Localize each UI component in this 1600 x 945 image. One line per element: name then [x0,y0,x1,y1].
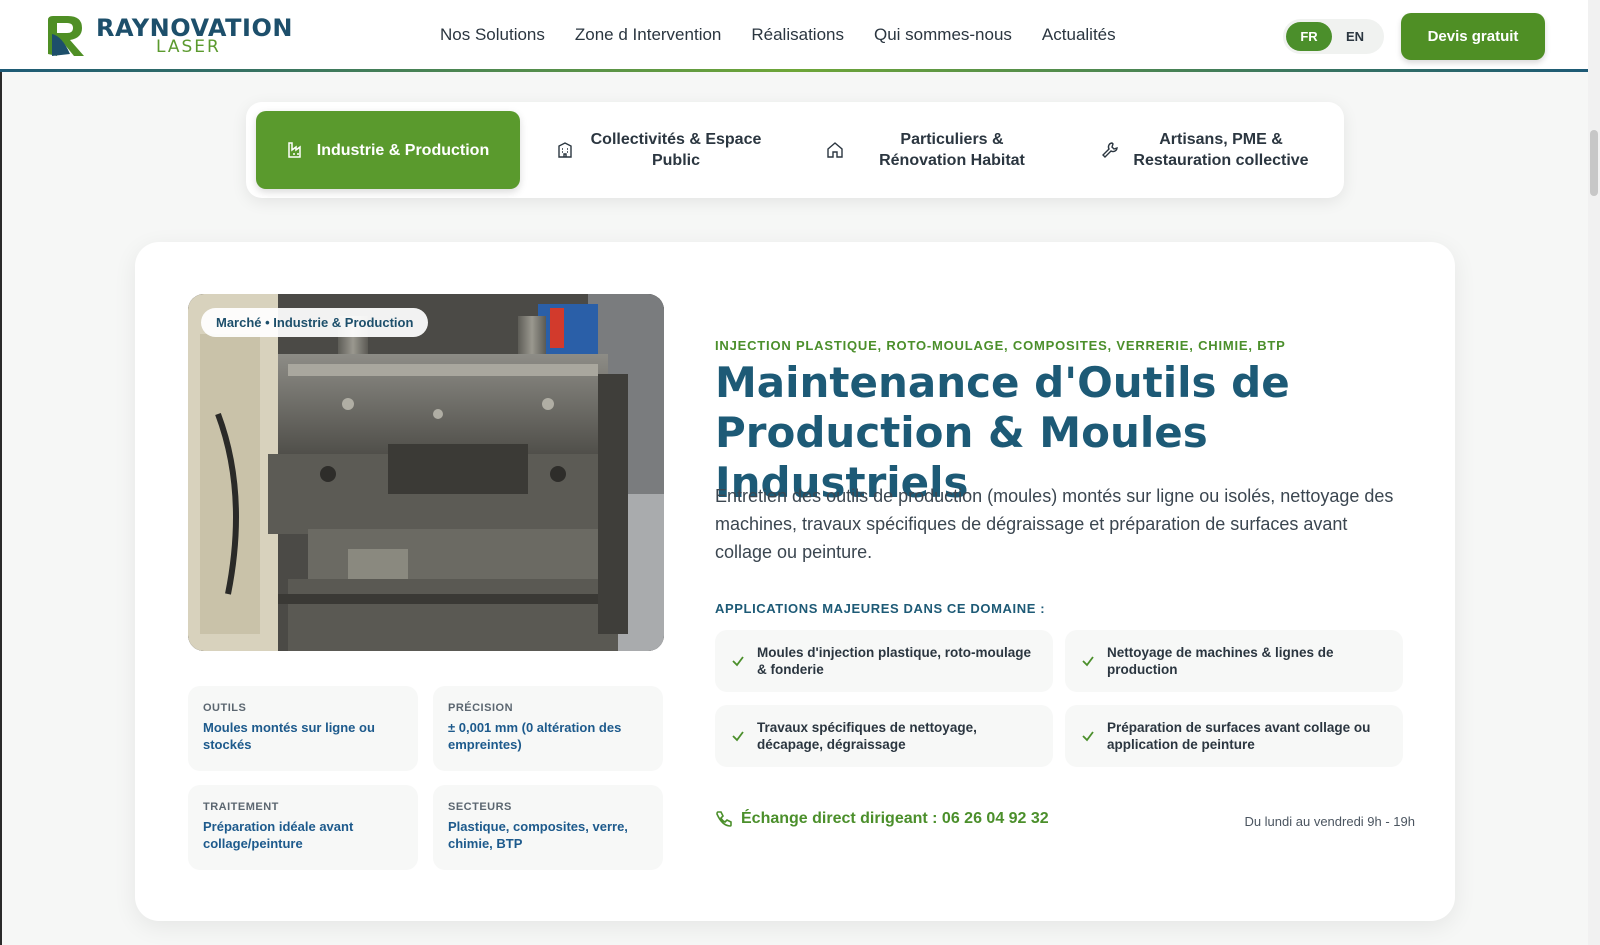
sectors-eyebrow: INJECTION PLASTIQUE, ROTO-MOULAGE, COMPO… [715,338,1286,353]
logo-secondary: LASER [156,37,221,57]
main-nav: Nos Solutions Zone d Intervention Réalis… [440,25,1146,45]
nav-zone-intervention[interactable]: Zone d Intervention [575,25,721,45]
window-edge [0,72,2,945]
mold-machine-image [188,294,664,651]
opening-hours: Du lundi au vendredi 9h - 19h [1244,814,1415,829]
market-card: Marché • Industrie & Production OUTILS M… [135,242,1455,921]
check-icon [732,731,744,742]
home-icon [827,142,843,158]
spec-value: ± 0,001 mm (0 altération des empreintes) [448,720,622,752]
market-tabs: Industrie & Production Collectivités & E… [246,102,1344,198]
application-item: Travaux spécifiques de nettoyage, décapa… [715,705,1053,767]
check-icon [732,656,744,667]
applications-heading: APPLICATIONS MAJEURES DANS CE DOMAINE : [715,601,1046,616]
application-text: Travaux spécifiques de nettoyage, décapa… [757,720,977,752]
spec-key: OUTILS [203,702,247,714]
check-icon [1082,656,1094,667]
spec-secteurs: SECTEURS Plastique, composites, verre, c… [433,785,663,870]
site-header: RAYNOVATION LASER Nos Solutions Zone d I… [0,0,1588,72]
lang-en[interactable]: EN [1332,22,1378,51]
application-text: Nettoyage de machines & lignes de produc… [1107,645,1334,677]
tab-label: Collectivités & Espace Public [590,131,762,169]
application-item: Moules d'injection plastique, roto-moula… [715,630,1053,692]
spec-traitement: TRAITEMENT Préparation idéale avant coll… [188,785,418,870]
spec-value: Plastique, composites, verre, chimie, BT… [448,819,628,851]
tab-label: Industrie & Production [316,141,490,159]
free-quote-button[interactable]: Devis gratuit [1401,13,1545,60]
section-description: Entretien des outils de production (moul… [715,486,1394,562]
logo[interactable]: RAYNOVATION LASER [44,14,304,58]
nav-qui-sommes-nous[interactable]: Qui sommes-nous [874,25,1012,45]
nav-realisations[interactable]: Réalisations [751,25,844,45]
tab-particuliers[interactable]: Particuliers & Rénovation Habitat [806,111,1068,189]
spec-outils: OUTILS Moules montés sur ligne ou stocké… [188,686,418,771]
factory-icon [288,142,301,158]
language-switch: FR EN [1283,19,1384,54]
spec-key: PRÉCISION [448,702,514,714]
tab-label: Particuliers & Rénovation Habitat [879,131,1025,169]
spec-value: Préparation idéale avant collage/peintur… [203,819,354,851]
scrollbar-thumb[interactable] [1590,130,1598,196]
industrial-mold-photo: Marché • Industrie & Production [188,294,664,651]
contact-text: Échange direct dirigeant : 06 26 04 92 3… [741,810,1049,827]
tab-collectivites[interactable]: Collectivités & Espace Public [536,111,786,189]
spec-precision: PRÉCISION ± 0,001 mm (0 altération des e… [433,686,663,771]
application-item: Nettoyage de machines & lignes de produc… [1065,630,1403,692]
wrench-icon [1102,142,1118,158]
lang-fr[interactable]: FR [1286,22,1332,51]
phone-icon [716,811,732,827]
market-badge: Marché • Industrie & Production [201,308,429,337]
spec-key: SECTEURS [448,801,512,813]
check-icon [1082,731,1094,742]
nav-nos-solutions[interactable]: Nos Solutions [440,25,545,45]
tab-industrie[interactable]: Industrie & Production [256,111,520,189]
building-icon [558,142,572,158]
spec-value: Moules montés sur ligne ou stockés [203,720,375,752]
tab-artisans[interactable]: Artisans, PME & Restauration collective [1078,111,1334,189]
nav-actualites[interactable]: Actualités [1042,25,1116,45]
application-text: Moules d'injection plastique, roto-moula… [757,645,1031,677]
scrollbar[interactable] [1588,0,1600,945]
application-text: Préparation de surfaces avant collage ou… [1107,720,1371,752]
spec-key: TRAITEMENT [203,801,279,813]
tab-label: Artisans, PME & Restauration collective [1133,131,1309,169]
application-item: Préparation de surfaces avant collage ou… [1065,705,1403,767]
director-phone-link[interactable]: Échange direct dirigeant : 06 26 04 92 3… [715,810,1049,828]
logo-mark-icon [48,16,84,56]
